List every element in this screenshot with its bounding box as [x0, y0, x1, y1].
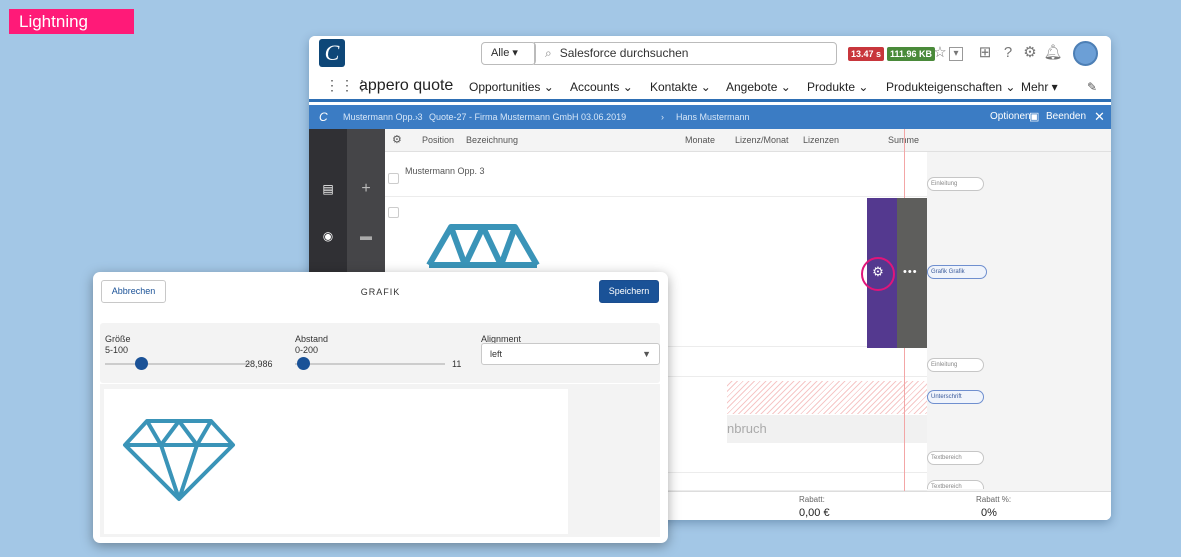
search-scope-dropdown[interactable]: Alle ▾ [481, 42, 536, 65]
app-name: appero quote [359, 77, 454, 94]
notification-bell-icon[interactable]: 🔔︎ [1043, 43, 1063, 63]
timer-badge: 13.47 s [848, 47, 885, 61]
table-header: ⚙ Position Bezeichnung Monate Lizenz/Mon… [385, 129, 1111, 152]
block-pill[interactable]: Einleitung [927, 358, 984, 372]
end-button[interactable]: Beenden [1046, 105, 1086, 129]
edit-nav-icon[interactable]: ✎ [1087, 80, 1097, 94]
size-badge: 111.96 KB [887, 47, 936, 61]
breadcrumb-separator-icon: › [661, 112, 664, 122]
column-header: Lizenzen [803, 135, 840, 145]
discount-percent-value: 0% [981, 507, 997, 519]
alignment-select[interactable]: left ▼ [481, 343, 660, 365]
nav-item-label: Mehr [1021, 80, 1049, 94]
dialog-title: GRAFIK [360, 287, 401, 297]
nav-item-accounts[interactable]: Accounts ⌄ [570, 80, 633, 94]
block-pill[interactable]: Unterschrift [927, 390, 984, 404]
size-value: 28,986 [245, 359, 273, 369]
nav-item-label: Produkteigenschaften [886, 80, 1003, 94]
nav-item-mehr[interactable]: Mehr ▾ [1021, 80, 1058, 94]
column-header: Lizenz/Monat [735, 135, 789, 145]
discount-value: 0,00 € [799, 507, 830, 519]
favorites-dropdown-icon[interactable]: ▾ [949, 47, 963, 61]
block-pill[interactable]: Textbereich [927, 451, 984, 465]
add-block-icon[interactable]: + [356, 181, 376, 197]
close-icon[interactable]: ✕ [1094, 105, 1105, 129]
save-button[interactable]: Speichern [599, 280, 659, 303]
star-icon[interactable]: ☆ [931, 43, 949, 63]
breadcrumb-separator-icon: › [415, 112, 418, 122]
nav-item-produkteigenschaften[interactable]: Produkteigenschaften ⌄ [886, 80, 1015, 94]
size-range: 5-100 [105, 345, 129, 355]
nav-item-opportunities[interactable]: Opportunities ⌄ [469, 80, 554, 94]
app-logo-icon: C [319, 39, 345, 67]
breadcrumb: C Mustermann Opp. 3 › Quote-27 - Firma M… [309, 105, 1111, 129]
graphic-settings-panel: Größe 5-100 28,986 Abstand 0-200 11 Alig… [100, 323, 660, 383]
graphic-settings-gear-icon[interactable]: ⚙ [870, 264, 886, 280]
breadcrumb-item-contact[interactable]: Hans Mustermann [676, 105, 750, 129]
scope-label: Alle [491, 47, 510, 59]
preview-area [100, 384, 660, 537]
global-search-input[interactable]: ⌕ Salesforce durchsuchen [534, 42, 837, 65]
lightning-badge: Lightning [9, 9, 134, 34]
nav-item-angebote[interactable]: Angebote ⌄ [726, 80, 791, 94]
spacing-range: 0-200 [295, 345, 319, 355]
graphic-dialog: Abbrechen GRAFIK Speichern Größe 5-100 2… [93, 272, 668, 543]
page-break-row[interactable]: nbruch [727, 415, 927, 443]
search-icon: ⌕ [545, 46, 552, 60]
search-placeholder: Salesforce durchsuchen [559, 46, 689, 60]
global-header: C Alle ▾ ⌕ Salesforce durchsuchen 13.47 s… [309, 36, 1111, 70]
breadcrumb-logo-icon: C [319, 110, 328, 124]
alignment-value: left [490, 349, 503, 359]
more-options-icon[interactable]: ••• [903, 266, 918, 278]
preview-canvas [104, 389, 568, 534]
avatar[interactable] [1073, 41, 1098, 66]
nav-item-label: Opportunities [469, 80, 541, 94]
breadcrumb-item-quote[interactable]: Quote-27 - Firma Mustermann GmbH 03.06.2… [429, 105, 626, 129]
nav-item-label: Produkte [807, 80, 856, 94]
size-slider[interactable] [105, 363, 250, 365]
row-title: Mustermann Opp. 3 [405, 166, 485, 176]
add-icon[interactable]: ⊞ [975, 43, 995, 63]
row-checkbox[interactable] [388, 173, 399, 184]
block-pill[interactable]: Grafik Grafik [927, 265, 987, 279]
size-label: Größe [105, 334, 131, 344]
nav-item-label: Kontakte [650, 80, 698, 94]
column-header: Monate [685, 135, 716, 145]
spacing-slider-thumb[interactable] [297, 357, 311, 370]
clipboard-icon[interactable]: ▣ [1029, 105, 1039, 129]
block-pill[interactable]: Textbereich [927, 480, 984, 489]
size-slider-thumb[interactable] [135, 357, 149, 370]
gear-icon[interactable]: ⚙ [1020, 43, 1040, 63]
diamond-preview-graphic [123, 419, 235, 501]
nav-item-produkte[interactable]: Produkte ⌄ [807, 80, 868, 94]
spacing-label: Abstand [295, 334, 329, 344]
row-checkbox[interactable] [388, 207, 399, 218]
breadcrumb-item-opportunity[interactable]: Mustermann Opp. 3 [343, 105, 423, 129]
discount-percent-label: Rabatt %: [976, 495, 1012, 504]
eye-icon[interactable]: ◉ [318, 228, 338, 244]
nav-item-label: Accounts [570, 80, 620, 94]
spacing-value: 11 [452, 359, 462, 369]
column-header: Bezeichnung [466, 135, 519, 145]
app-nav-bar: ⋮⋮⋮ appero quote Opportunities ⌄ Account… [309, 70, 1111, 102]
column-header: Position [422, 135, 455, 145]
signature-area [727, 381, 927, 414]
options-button[interactable]: Optionen [990, 105, 1031, 129]
table-row[interactable]: Mustermann Opp. 3 [385, 152, 927, 197]
column-settings-icon[interactable]: ⚙ [392, 129, 402, 152]
nav-item-label: Angebote [726, 80, 778, 94]
block-pill[interactable]: Einleitung [927, 177, 984, 191]
nav-item-kontakte[interactable]: Kontakte ⌄ [650, 80, 711, 94]
spacing-slider[interactable] [295, 363, 445, 365]
discount-label: Rabatt: [799, 495, 825, 504]
clipboard-tool-icon[interactable]: ▤ [318, 181, 338, 197]
chevron-down-icon: ▼ [642, 349, 651, 359]
briefcase-icon[interactable]: ▬ [356, 228, 376, 244]
help-icon[interactable]: ? [999, 43, 1017, 63]
